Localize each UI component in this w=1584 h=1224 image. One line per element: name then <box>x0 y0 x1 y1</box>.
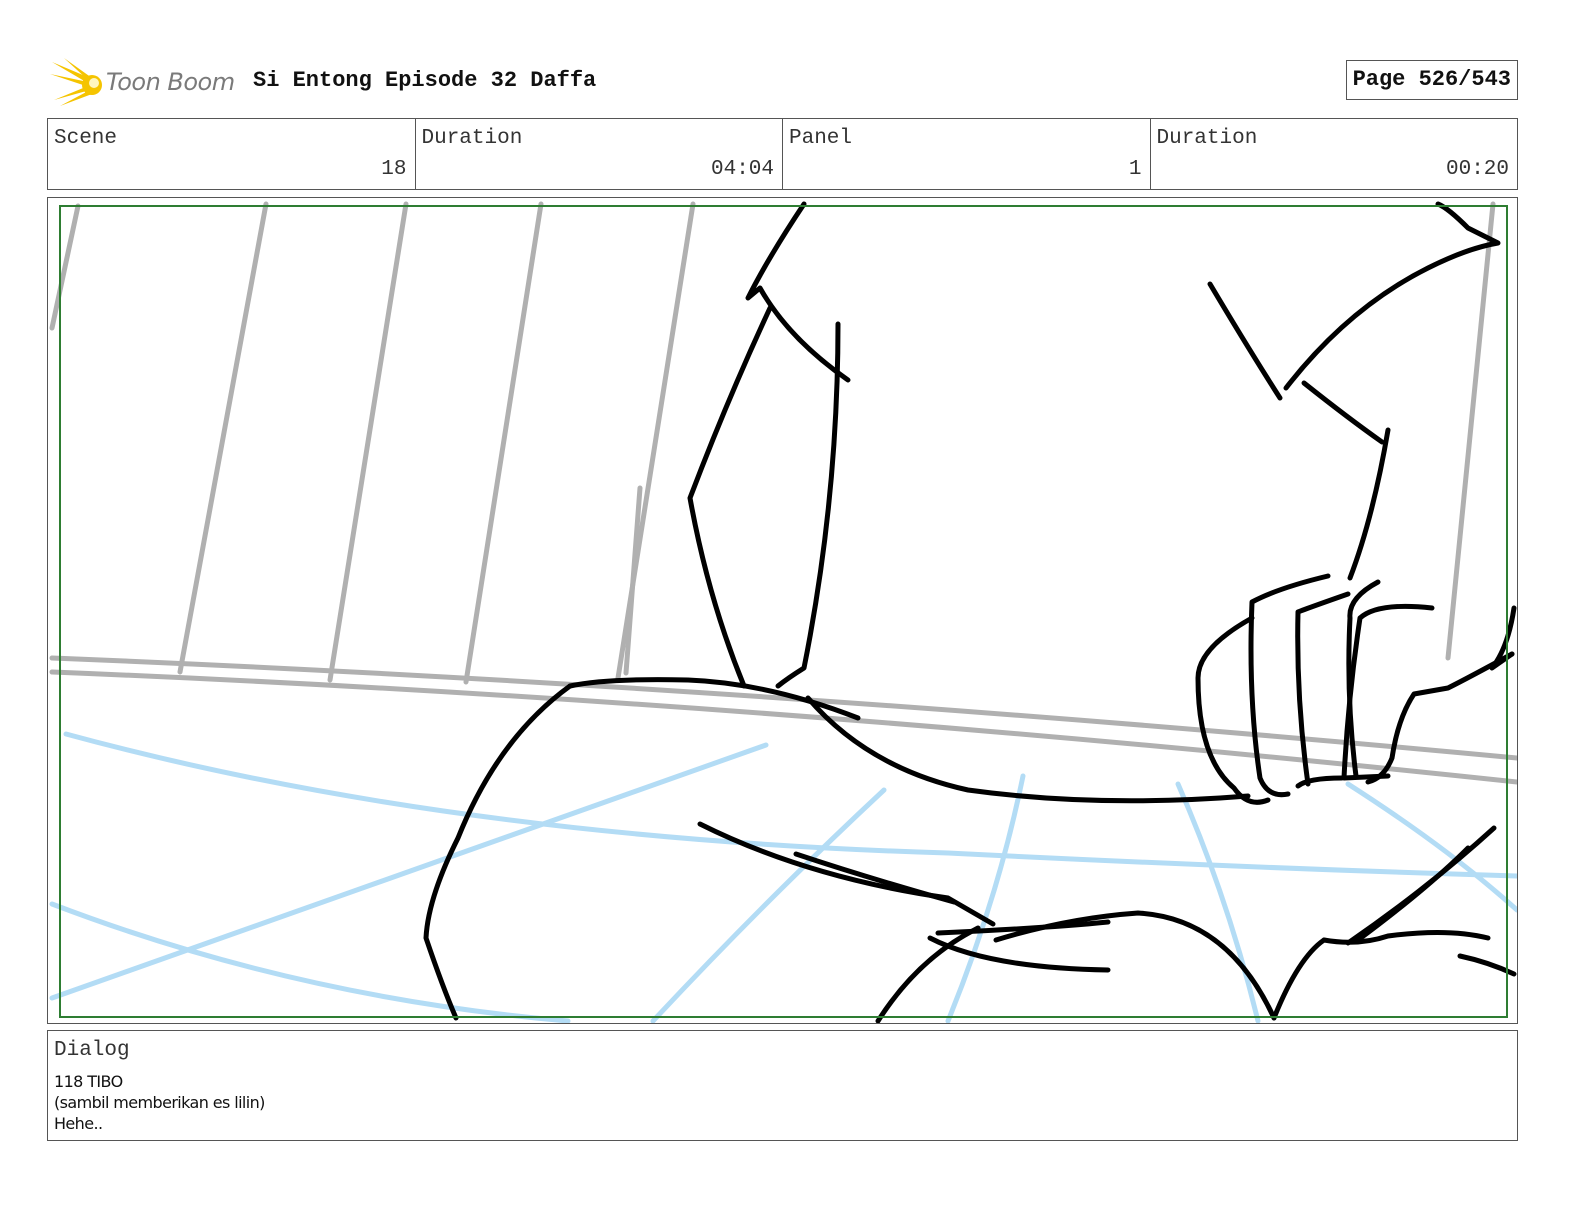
storyboard-title: Si Entong Episode 32 Daffa <box>253 68 597 93</box>
dialog-line-direction: (sambil memberikan es lilin) <box>54 1093 265 1112</box>
scene-duration-label: Duration <box>421 127 523 150</box>
logo-text: Toon Boom <box>106 68 235 96</box>
panel-value: 1 <box>1128 158 1142 181</box>
dialog-line-speech: Hehe.. <box>54 1114 103 1133</box>
safe-frame <box>59 205 1508 1018</box>
panel-label: Panel <box>789 127 853 150</box>
page-header: Toon Boom Si Entong Episode 32 Daffa Pag… <box>48 52 1518 108</box>
panel-cell: Panel 1 <box>783 119 1151 189</box>
scene-info-row: Scene 18 Duration 04:04 Panel 1 Duration… <box>47 118 1518 190</box>
panel-duration-label: Duration <box>1156 127 1258 150</box>
dialog-label: Dialog <box>54 1039 130 1062</box>
scene-value: 18 <box>381 158 407 181</box>
scene-label: Scene <box>54 127 118 150</box>
panel-sketch <box>49 201 1517 1023</box>
toon-boom-logo: Toon Boom <box>50 56 240 108</box>
scene-duration-value: 04:04 <box>710 158 774 181</box>
starburst-icon <box>50 58 102 106</box>
dialog-box: Dialog 118 TIBO (sambil memberikan es li… <box>47 1030 1518 1141</box>
scene-duration-cell: Duration 04:04 <box>416 119 783 189</box>
storyboard-panel <box>47 197 1518 1024</box>
dialog-line-character: 118 TIBO <box>54 1072 123 1091</box>
dialog-text: 118 TIBO (sambil memberikan es lilin) He… <box>54 1071 265 1134</box>
panel-duration-cell: Duration 00:20 <box>1151 119 1518 189</box>
floor-guide-lines <box>49 731 1517 1023</box>
page-number: Page 526/543 <box>1345 60 1518 100</box>
character-sketch <box>423 201 1517 1023</box>
panel-duration-value: 00:20 <box>1445 158 1509 181</box>
scene-cell: Scene 18 <box>48 119 416 189</box>
